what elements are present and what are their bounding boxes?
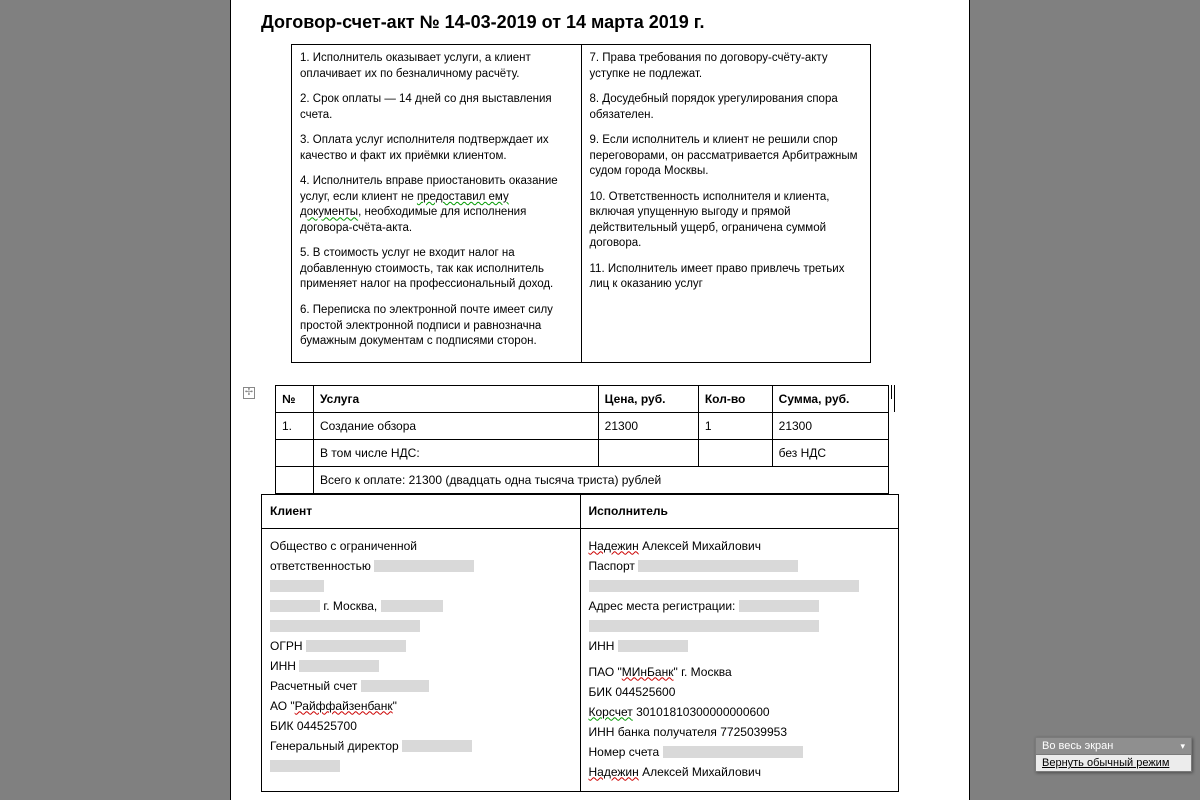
- terms-right-cell: 7. Права требования по договору-счёту-ак…: [581, 45, 871, 362]
- redaction: [638, 560, 798, 572]
- cell-qty: 1: [698, 412, 772, 439]
- vat-label: В том числе НДС:: [313, 440, 598, 467]
- col-num: №: [276, 385, 314, 412]
- col-service: Услуга: [313, 385, 598, 412]
- executor-bik: БИК 044525600: [589, 683, 891, 701]
- redaction: [270, 600, 320, 612]
- redaction: [374, 560, 474, 572]
- col-qty: Кол-во: [698, 385, 772, 412]
- client-cell: Общество с ограниченной ответственностью…: [262, 528, 581, 791]
- executor-header: Исполнитель: [580, 495, 899, 528]
- redaction: [402, 740, 472, 752]
- redaction: [270, 580, 324, 592]
- client-org-1: Общество с ограниченной: [270, 537, 572, 555]
- redaction: [589, 580, 859, 592]
- term-item: 9. Если исполнитель и клиент не решили с…: [590, 133, 863, 180]
- chevron-down-icon[interactable]: ▾: [1180, 741, 1185, 752]
- col-price: Цена, руб.: [598, 385, 698, 412]
- redaction: [618, 640, 688, 652]
- client-director-label: Генеральный директор: [270, 739, 399, 753]
- cell-price: 21300: [598, 412, 698, 439]
- fullscreen-title-bar[interactable]: Во весь экран ▾: [1036, 738, 1191, 755]
- redaction: [381, 600, 443, 612]
- redaction: [270, 760, 340, 772]
- client-bik: БИК 044525700: [270, 717, 572, 735]
- term-item: 10. Ответственность исполнителя и клиент…: [590, 190, 863, 252]
- cell-service: Создание обзора: [313, 412, 598, 439]
- parties-table: Клиент Исполнитель Общество с ограниченн…: [261, 494, 899, 791]
- total-label: Всего к оплате: 21300 (двадцать одна тыс…: [313, 467, 888, 494]
- document-title: Договор-счет-акт № 14-03-2019 от 14 март…: [261, 10, 939, 34]
- executor-sign-spell: Надежин: [589, 765, 639, 779]
- document-content: Договор-счет-акт № 14-03-2019 от 14 март…: [231, 0, 969, 792]
- term-item: 5. В стоимость услуг не входит налог на …: [300, 246, 573, 293]
- executor-acct-label: Номер счета: [589, 745, 660, 759]
- services-table: № Услуга Цена, руб. Кол-во Сумма, руб. 1…: [275, 385, 895, 495]
- cell-sum: 21300: [772, 412, 888, 439]
- app-viewport: Договор-счет-акт № 14-03-2019 от 14 март…: [0, 0, 1200, 800]
- terms-left-cell: 1. Исполнитель оказывает услуги, а клиен…: [292, 45, 582, 362]
- client-inn-label: ИНН: [270, 659, 296, 673]
- executor-bank-inn: ИНН банка получателя 7725039953: [589, 723, 891, 741]
- redaction: [270, 620, 420, 632]
- terms-table: 1. Исполнитель оказывает услуги, а клиен…: [291, 44, 871, 362]
- vat-value: без НДС: [772, 440, 888, 467]
- redaction: [299, 660, 379, 672]
- term-item: 2. Срок оплаты — 14 дней со дня выставле…: [300, 92, 573, 123]
- term-item: 1. Исполнитель оказывает услуги, а клиен…: [300, 51, 573, 82]
- col-tail: [888, 385, 894, 412]
- services-header-row: № Услуга Цена, руб. Кол-во Сумма, руб.: [276, 385, 895, 412]
- fullscreen-title: Во весь экран: [1042, 740, 1113, 752]
- executor-name-rest: Алексей Михайлович: [639, 539, 761, 553]
- client-city: г. Москва,: [323, 599, 377, 613]
- client-acct-label: Расчетный счет: [270, 679, 357, 693]
- executor-sign-rest: Алексей Михайлович: [639, 765, 761, 779]
- term-item: 3. Оплата услуг исполнителя подтверждает…: [300, 133, 573, 164]
- redaction: [361, 680, 429, 692]
- term-item: 7. Права требования по договору-счёту-ак…: [590, 51, 863, 82]
- services-vat-row: В том числе НДС: без НДС: [276, 440, 895, 467]
- client-header: Клиент: [262, 495, 581, 528]
- services-row: 1. Создание обзора 21300 1 21300: [276, 412, 895, 439]
- redaction: [663, 746, 803, 758]
- fullscreen-control[interactable]: Во весь экран ▾ Вернуть обычный режим: [1035, 737, 1192, 772]
- redaction: [306, 640, 406, 652]
- term-item: 11. Исполнитель имеет право привлечь тре…: [590, 262, 863, 293]
- redaction: [739, 600, 819, 612]
- executor-inn-label: ИНН: [589, 639, 615, 653]
- term-item: 4. Исполнитель вправе приостановить оказ…: [300, 174, 573, 236]
- redaction: [589, 620, 819, 632]
- executor-passport-label: Паспорт: [589, 559, 635, 573]
- client-org-2: ответственностью: [270, 559, 371, 573]
- table-anchor-icon[interactable]: ✢: [243, 387, 255, 399]
- cell-num: 1.: [276, 412, 314, 439]
- executor-name-spell: Надежин: [589, 539, 639, 553]
- executor-cell: Надежин Алексей Михайлович Паспорт Адрес…: [580, 528, 899, 791]
- term-item: 8. Досудебный порядок урегулирования спо…: [590, 92, 863, 123]
- term-item: 6. Переписка по электронной почте имеет …: [300, 303, 573, 350]
- restore-view-link[interactable]: Вернуть обычный режим: [1036, 755, 1191, 771]
- col-sum: Сумма, руб.: [772, 385, 888, 412]
- services-total-row: Всего к оплате: 21300 (двадцать одна тыс…: [276, 467, 895, 494]
- executor-addr-label: Адрес места регистрации:: [589, 599, 736, 613]
- document-page: Договор-счет-акт № 14-03-2019 от 14 март…: [230, 0, 970, 800]
- client-ogrn-label: ОГРН: [270, 639, 303, 653]
